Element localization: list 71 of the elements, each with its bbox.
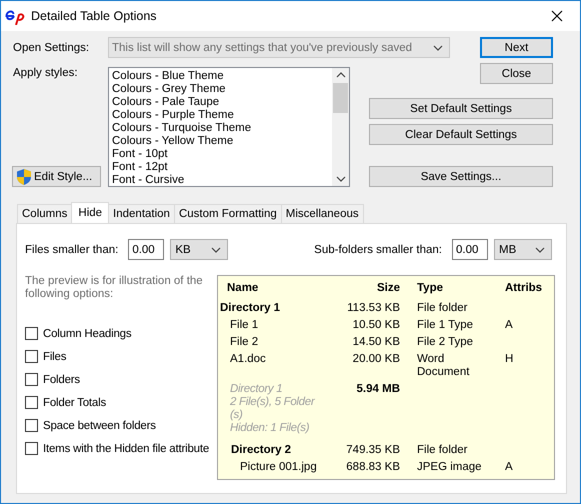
table-cell-text: 5.94 MB bbox=[356, 382, 400, 397]
button[interactable]: Next bbox=[480, 37, 553, 58]
size-input[interactable]: 0.00 bbox=[128, 239, 164, 260]
field-label: Apply styles: bbox=[12, 67, 79, 79]
field-label: Files smaller than: bbox=[25, 244, 118, 256]
checkbox-label: Folder Totals bbox=[43, 396, 106, 408]
list-item[interactable]: Colours - Yellow Theme bbox=[112, 135, 332, 148]
unit-dropdown[interactable]: MB bbox=[494, 239, 552, 260]
table-cell-text: A bbox=[505, 318, 514, 333]
checkbox[interactable] bbox=[25, 350, 38, 363]
button[interactable]: Clear Default Settings bbox=[369, 124, 553, 145]
table-cell-text: 749.35 KB bbox=[345, 443, 400, 458]
tab[interactable]: Miscellaneous bbox=[280, 204, 364, 223]
table-cell-text: A1.doc bbox=[229, 352, 267, 367]
table-cell-text: 14.50 KB bbox=[352, 335, 400, 350]
styles-list[interactable]: Colours - Blue Theme Colours - Grey Theme Colours - Pale Taupe Colours - Purple Theme Colours - Turquoise Theme Colours - Yellow Theme Font - 10pt Font - 12pt Font - Cursive bbox=[108, 67, 350, 187]
list-item[interactable]: Colours - Blue Theme bbox=[112, 70, 332, 83]
column-header: Size bbox=[376, 281, 400, 296]
column-header: Attribs bbox=[505, 281, 544, 296]
checkbox[interactable] bbox=[25, 396, 38, 409]
unit-dropdown[interactable]: KB bbox=[170, 239, 228, 260]
table-cell-text: 10.50 KB bbox=[352, 318, 400, 333]
preview-note: The preview is for illustration of the following options: bbox=[25, 275, 204, 301]
checkbox-label: Folders bbox=[43, 374, 80, 386]
checkbox-label: Items with the Hidden file attribute bbox=[43, 442, 210, 454]
table-cell-text: Picture 001.jpg bbox=[239, 460, 318, 475]
button[interactable]: Close bbox=[480, 63, 553, 84]
tab[interactable]: Hide bbox=[71, 202, 110, 223]
table-cell-text: Directory 2 bbox=[230, 443, 292, 458]
list-item[interactable]: Colours - Purple Theme bbox=[112, 109, 332, 122]
list-item[interactable]: Colours - Turquoise Theme bbox=[112, 122, 332, 135]
table-cell-text: File 1 bbox=[229, 318, 260, 333]
table-cell-text: H bbox=[505, 352, 514, 367]
table-cell-text: 113.53 KB bbox=[346, 301, 400, 316]
table-cell-text: 688.83 KB bbox=[345, 460, 400, 475]
size-input[interactable]: 0.00 bbox=[452, 239, 488, 260]
checkbox[interactable] bbox=[25, 419, 38, 432]
table-cell-text: 20.00 KB bbox=[352, 352, 400, 367]
table-cell-text: File 2 Type bbox=[417, 335, 474, 350]
edit-style-button[interactable]: Edit Style... bbox=[12, 166, 101, 187]
close-icon bbox=[551, 10, 563, 22]
table-cell-text: File 1 Type bbox=[417, 318, 474, 333]
checkbox[interactable] bbox=[25, 327, 38, 340]
checkbox-label: Column Headings bbox=[43, 328, 132, 340]
list-item[interactable]: Font - 12pt bbox=[112, 161, 332, 174]
field-label: Sub-folders smaller than: bbox=[314, 244, 442, 256]
table-cell-text: Directory 1 bbox=[220, 301, 282, 316]
shield-icon bbox=[15, 168, 33, 186]
list-item[interactable]: Colours - Pale Taupe bbox=[112, 96, 332, 109]
checkbox[interactable] bbox=[25, 442, 38, 455]
window-title: Detailed Table Options bbox=[31, 9, 157, 23]
table-cell-text: File folder bbox=[417, 443, 468, 458]
table-cell-text: File folder bbox=[417, 301, 468, 316]
table-cell-text: JPEG image bbox=[417, 460, 483, 475]
checkbox[interactable] bbox=[25, 373, 38, 386]
checkbox-label: Space between folders bbox=[43, 420, 156, 432]
table-cell-text: Word Document bbox=[417, 352, 470, 380]
button[interactable]: Set Default Settings bbox=[369, 98, 553, 119]
table-cell-text: File 2 bbox=[229, 335, 260, 350]
table-cell-text: A bbox=[505, 460, 514, 475]
tab[interactable]: Columns bbox=[17, 204, 72, 223]
list-item[interactable]: Font - Cursive bbox=[112, 174, 332, 187]
list-item[interactable]: Colours - Grey Theme bbox=[112, 83, 332, 96]
field-label: Open Settings: bbox=[12, 42, 90, 54]
button[interactable]: Save Settings... bbox=[369, 166, 553, 187]
column-header: Name bbox=[226, 281, 260, 296]
column-header: Type bbox=[417, 281, 444, 296]
scroll-bar[interactable] bbox=[332, 68, 349, 186]
list-item[interactable]: Font - 10pt bbox=[112, 148, 332, 161]
table-cell-text: Directory 1 2 File(s), 5 Folder (s) Hidden: 1 File(s) bbox=[229, 382, 316, 436]
checkbox-label: Files bbox=[43, 350, 66, 362]
